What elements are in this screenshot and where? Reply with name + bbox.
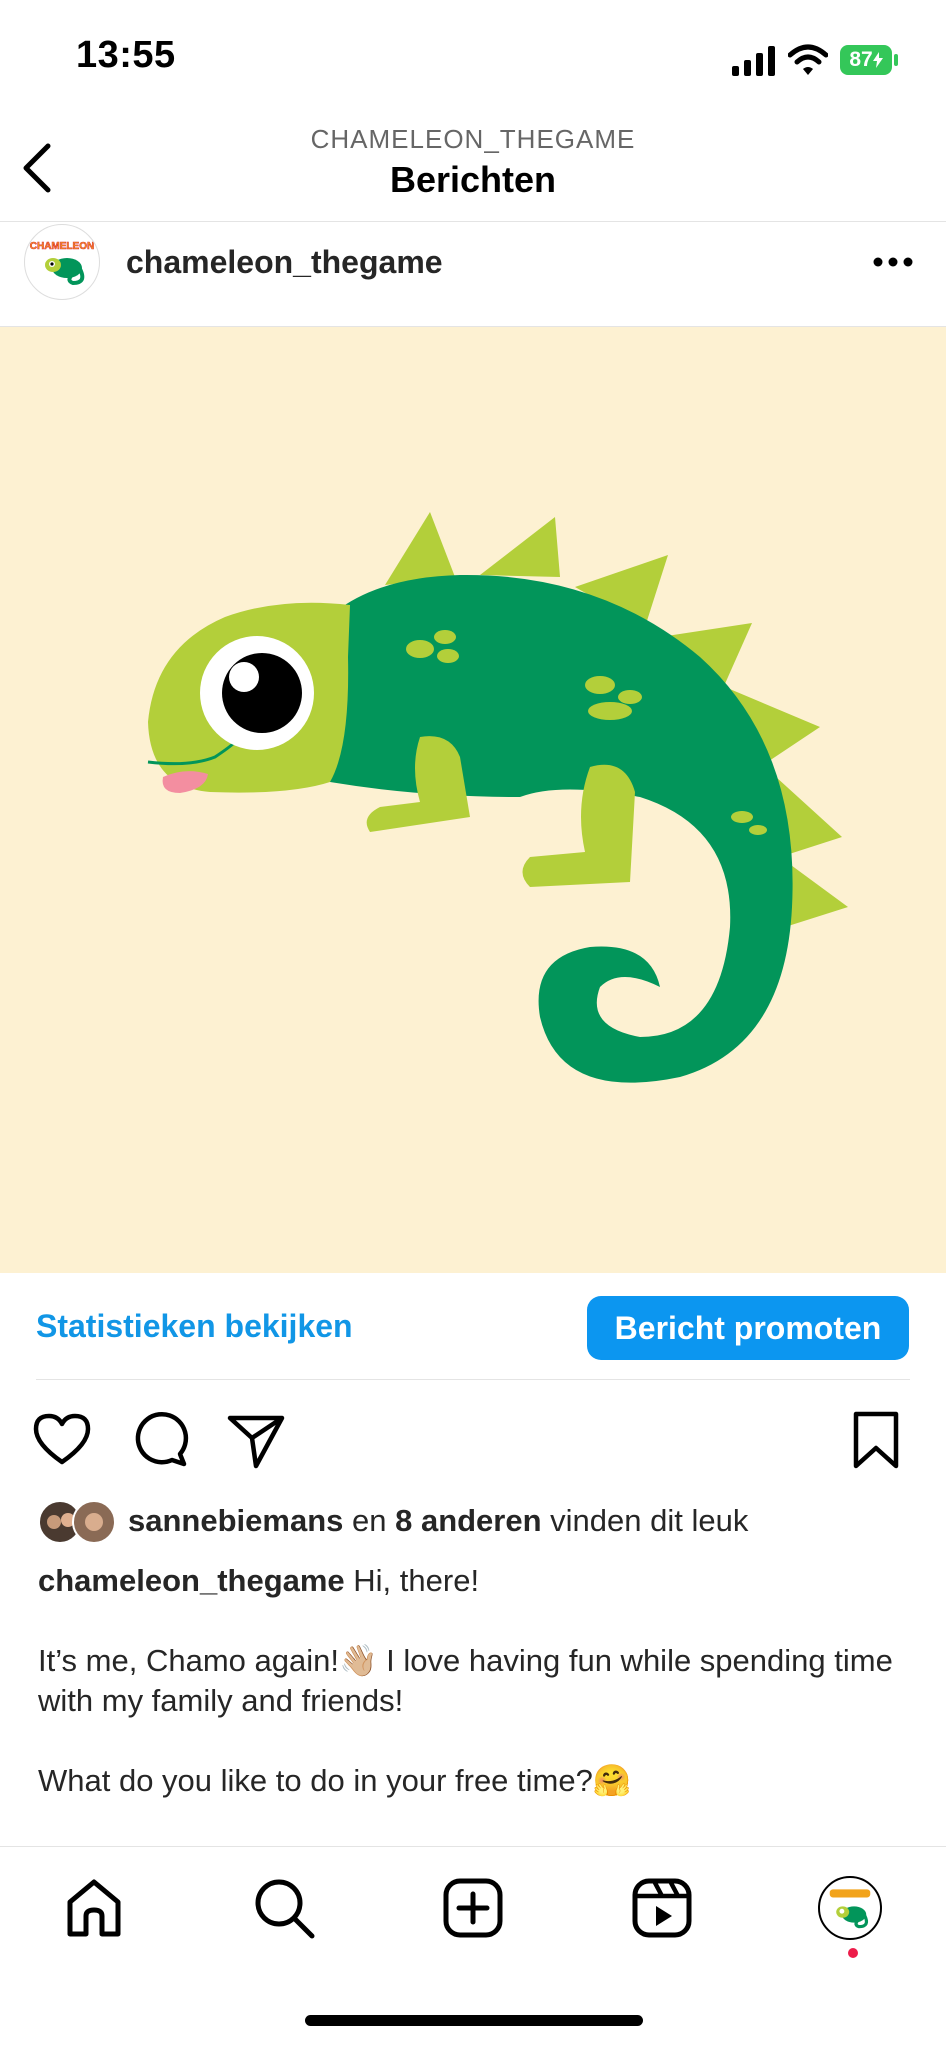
charging-bolt-icon bbox=[872, 52, 883, 68]
battery-indicator: 87 bbox=[840, 45, 892, 75]
caption-paragraph: What do you like to do in your free time… bbox=[38, 1763, 632, 1798]
comment-icon[interactable] bbox=[130, 1410, 190, 1470]
header-divider bbox=[0, 221, 946, 222]
likes-others[interactable]: 8 anderen bbox=[395, 1503, 541, 1538]
likes-summary[interactable]: sannebiemans en 8 anderen vinden dit leu… bbox=[128, 1503, 748, 1539]
heart-icon[interactable] bbox=[32, 1410, 92, 1470]
liker-avatar[interactable] bbox=[72, 1500, 116, 1544]
notification-dot bbox=[848, 1948, 858, 1958]
liker-photo bbox=[85, 1513, 103, 1531]
home-icon[interactable] bbox=[62, 1876, 126, 1940]
chameleon-logo-icon bbox=[829, 1889, 871, 1929]
battery-cap bbox=[894, 54, 898, 66]
caption-paragraph: It’s me, Chamo again!👋🏼 I love having fu… bbox=[38, 1643, 893, 1718]
home-indicator bbox=[305, 2015, 643, 2026]
bookmark-icon[interactable] bbox=[846, 1410, 906, 1470]
post-author-username[interactable]: chameleon_thegame bbox=[126, 244, 443, 281]
chameleon-illustration bbox=[147, 512, 848, 1083]
tab-bar-divider bbox=[0, 1846, 946, 1847]
caption-line: Hi, there! bbox=[344, 1563, 480, 1598]
likes-connector: en bbox=[343, 1503, 396, 1538]
post-author-avatar[interactable]: CHAMELEON bbox=[24, 224, 100, 300]
caption-username[interactable]: chameleon_thegame bbox=[38, 1563, 345, 1598]
post-image[interactable] bbox=[0, 327, 946, 1273]
create-post-icon[interactable] bbox=[441, 1876, 505, 1940]
cellular-signal-icon bbox=[732, 46, 775, 76]
liker-username[interactable]: sannebiemans bbox=[128, 1503, 343, 1538]
likes-suffix: vinden dit leuk bbox=[541, 1503, 749, 1538]
search-icon[interactable] bbox=[252, 1876, 316, 1940]
send-icon[interactable] bbox=[226, 1410, 286, 1470]
header-subtitle: CHAMELEON_THEGAME bbox=[310, 124, 636, 154]
actions-divider bbox=[36, 1379, 910, 1380]
reels-icon[interactable] bbox=[630, 1876, 694, 1940]
more-options-icon[interactable] bbox=[870, 248, 916, 276]
page-title: Berichten bbox=[389, 159, 557, 200]
post-caption: chameleon_thegame Hi, there! It’s me, Ch… bbox=[38, 1561, 908, 1801]
battery-level: 87 bbox=[849, 48, 873, 71]
promote-post-button[interactable]: Bericht promoten bbox=[587, 1296, 909, 1360]
avatar-logo-text: CHAMELEON bbox=[30, 241, 94, 252]
chameleon-logo-icon: CHAMELEON bbox=[29, 241, 95, 286]
view-insights-link[interactable]: Statistieken bekijken bbox=[36, 1308, 353, 1345]
wifi-icon bbox=[788, 44, 828, 75]
profile-tab-avatar[interactable] bbox=[818, 1876, 882, 1940]
status-time: 13:55 bbox=[76, 34, 176, 76]
